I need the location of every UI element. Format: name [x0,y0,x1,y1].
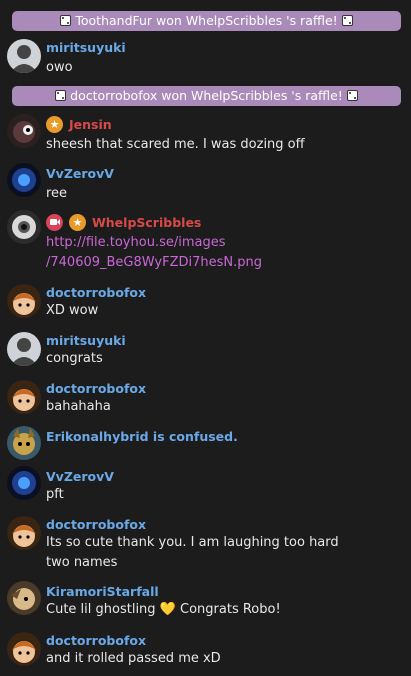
avatar[interactable] [7,332,41,366]
username[interactable]: miritsuyuki [46,333,126,348]
username[interactable]: WhelpScribbles [92,215,201,230]
grey-figure-avatar-icon [7,39,41,73]
username[interactable]: KiramoriStarfall [46,584,159,599]
raffle-text: ToothandFur won WhelpScribbles 's raffle… [75,13,338,28]
star-badge-icon [46,116,63,133]
message-text: XD wow [46,303,99,318]
camera-badge-icon [46,214,63,231]
username[interactable]: VvZerovV [46,469,114,484]
message-text-part: Cute lil ghostling [46,602,156,617]
avatar[interactable] [7,114,41,148]
message-text: two names [46,555,118,570]
chat-log: ToothandFur won WhelpScribbles 's raffle… [0,0,411,676]
avatar[interactable] [7,632,41,666]
username[interactable]: miritsuyuki [46,40,126,55]
avatar[interactable] [7,466,41,500]
avatar[interactable] [7,210,41,244]
yellow-heart-icon: 💛 [159,602,176,617]
dice-icon [55,90,67,101]
golden-creature-avatar-icon [7,426,41,460]
tan-creature-avatar-icon [7,581,41,615]
blue-orb-avatar-icon [7,163,41,197]
avatar[interactable] [7,581,41,615]
avatar[interactable] [7,284,41,318]
username[interactable]: doctorrobofox [46,381,146,396]
dice-icon [60,15,72,26]
fox-girl-avatar-icon [7,632,41,666]
grey-figure-avatar-icon [7,332,41,366]
eye-creature-avatar-icon [7,210,41,244]
message-text: owo [46,60,73,75]
raffle-banner: doctorrobofox won WhelpScribbles 's raff… [12,86,401,106]
message-text: bahahaha [46,399,111,414]
avatar[interactable] [7,426,41,460]
dark-creature-avatar-icon [7,114,41,148]
username[interactable]: doctorrobofox [46,285,146,300]
username[interactable]: VvZerovV [46,166,114,181]
message-text: congrats [46,351,103,366]
avatar[interactable] [7,39,41,73]
message-text: Its so cute thank you. I am laughing too… [46,535,339,550]
username[interactable]: doctorrobofox [46,517,146,532]
raffle-banner: ToothandFur won WhelpScribbles 's raffle… [12,11,401,31]
message-text: ree [46,186,68,201]
message-text: Cute lil ghostling 💛 Congrats Robo! [46,600,281,619]
dice-icon [341,15,353,26]
avatar[interactable] [7,163,41,197]
raffle-text: doctorrobofox won WhelpScribbles 's raff… [70,88,343,103]
message-text-part: Congrats Robo! [180,602,281,617]
message-text: and it rolled passed me xD [46,651,221,666]
fox-girl-avatar-icon [7,284,41,318]
dice-icon [346,90,358,101]
message-text: sheesh that scared me. I was dozing off [46,137,305,152]
fox-girl-avatar-icon [7,516,41,550]
message-link[interactable]: /740609_BeG8WyFZDi7hesN.png [46,253,262,272]
username[interactable]: Jensin [69,117,112,132]
message-text: pft [46,487,64,502]
star-badge-icon [69,214,86,231]
blue-orb-avatar-icon [7,466,41,500]
avatar[interactable] [7,516,41,550]
avatar[interactable] [7,380,41,414]
message-link[interactable]: http://file.toyhou.se/images [46,233,225,252]
fox-girl-avatar-icon [7,380,41,414]
action-text[interactable]: Erikonalhybrid is confused. [46,429,238,444]
username[interactable]: doctorrobofox [46,633,146,648]
